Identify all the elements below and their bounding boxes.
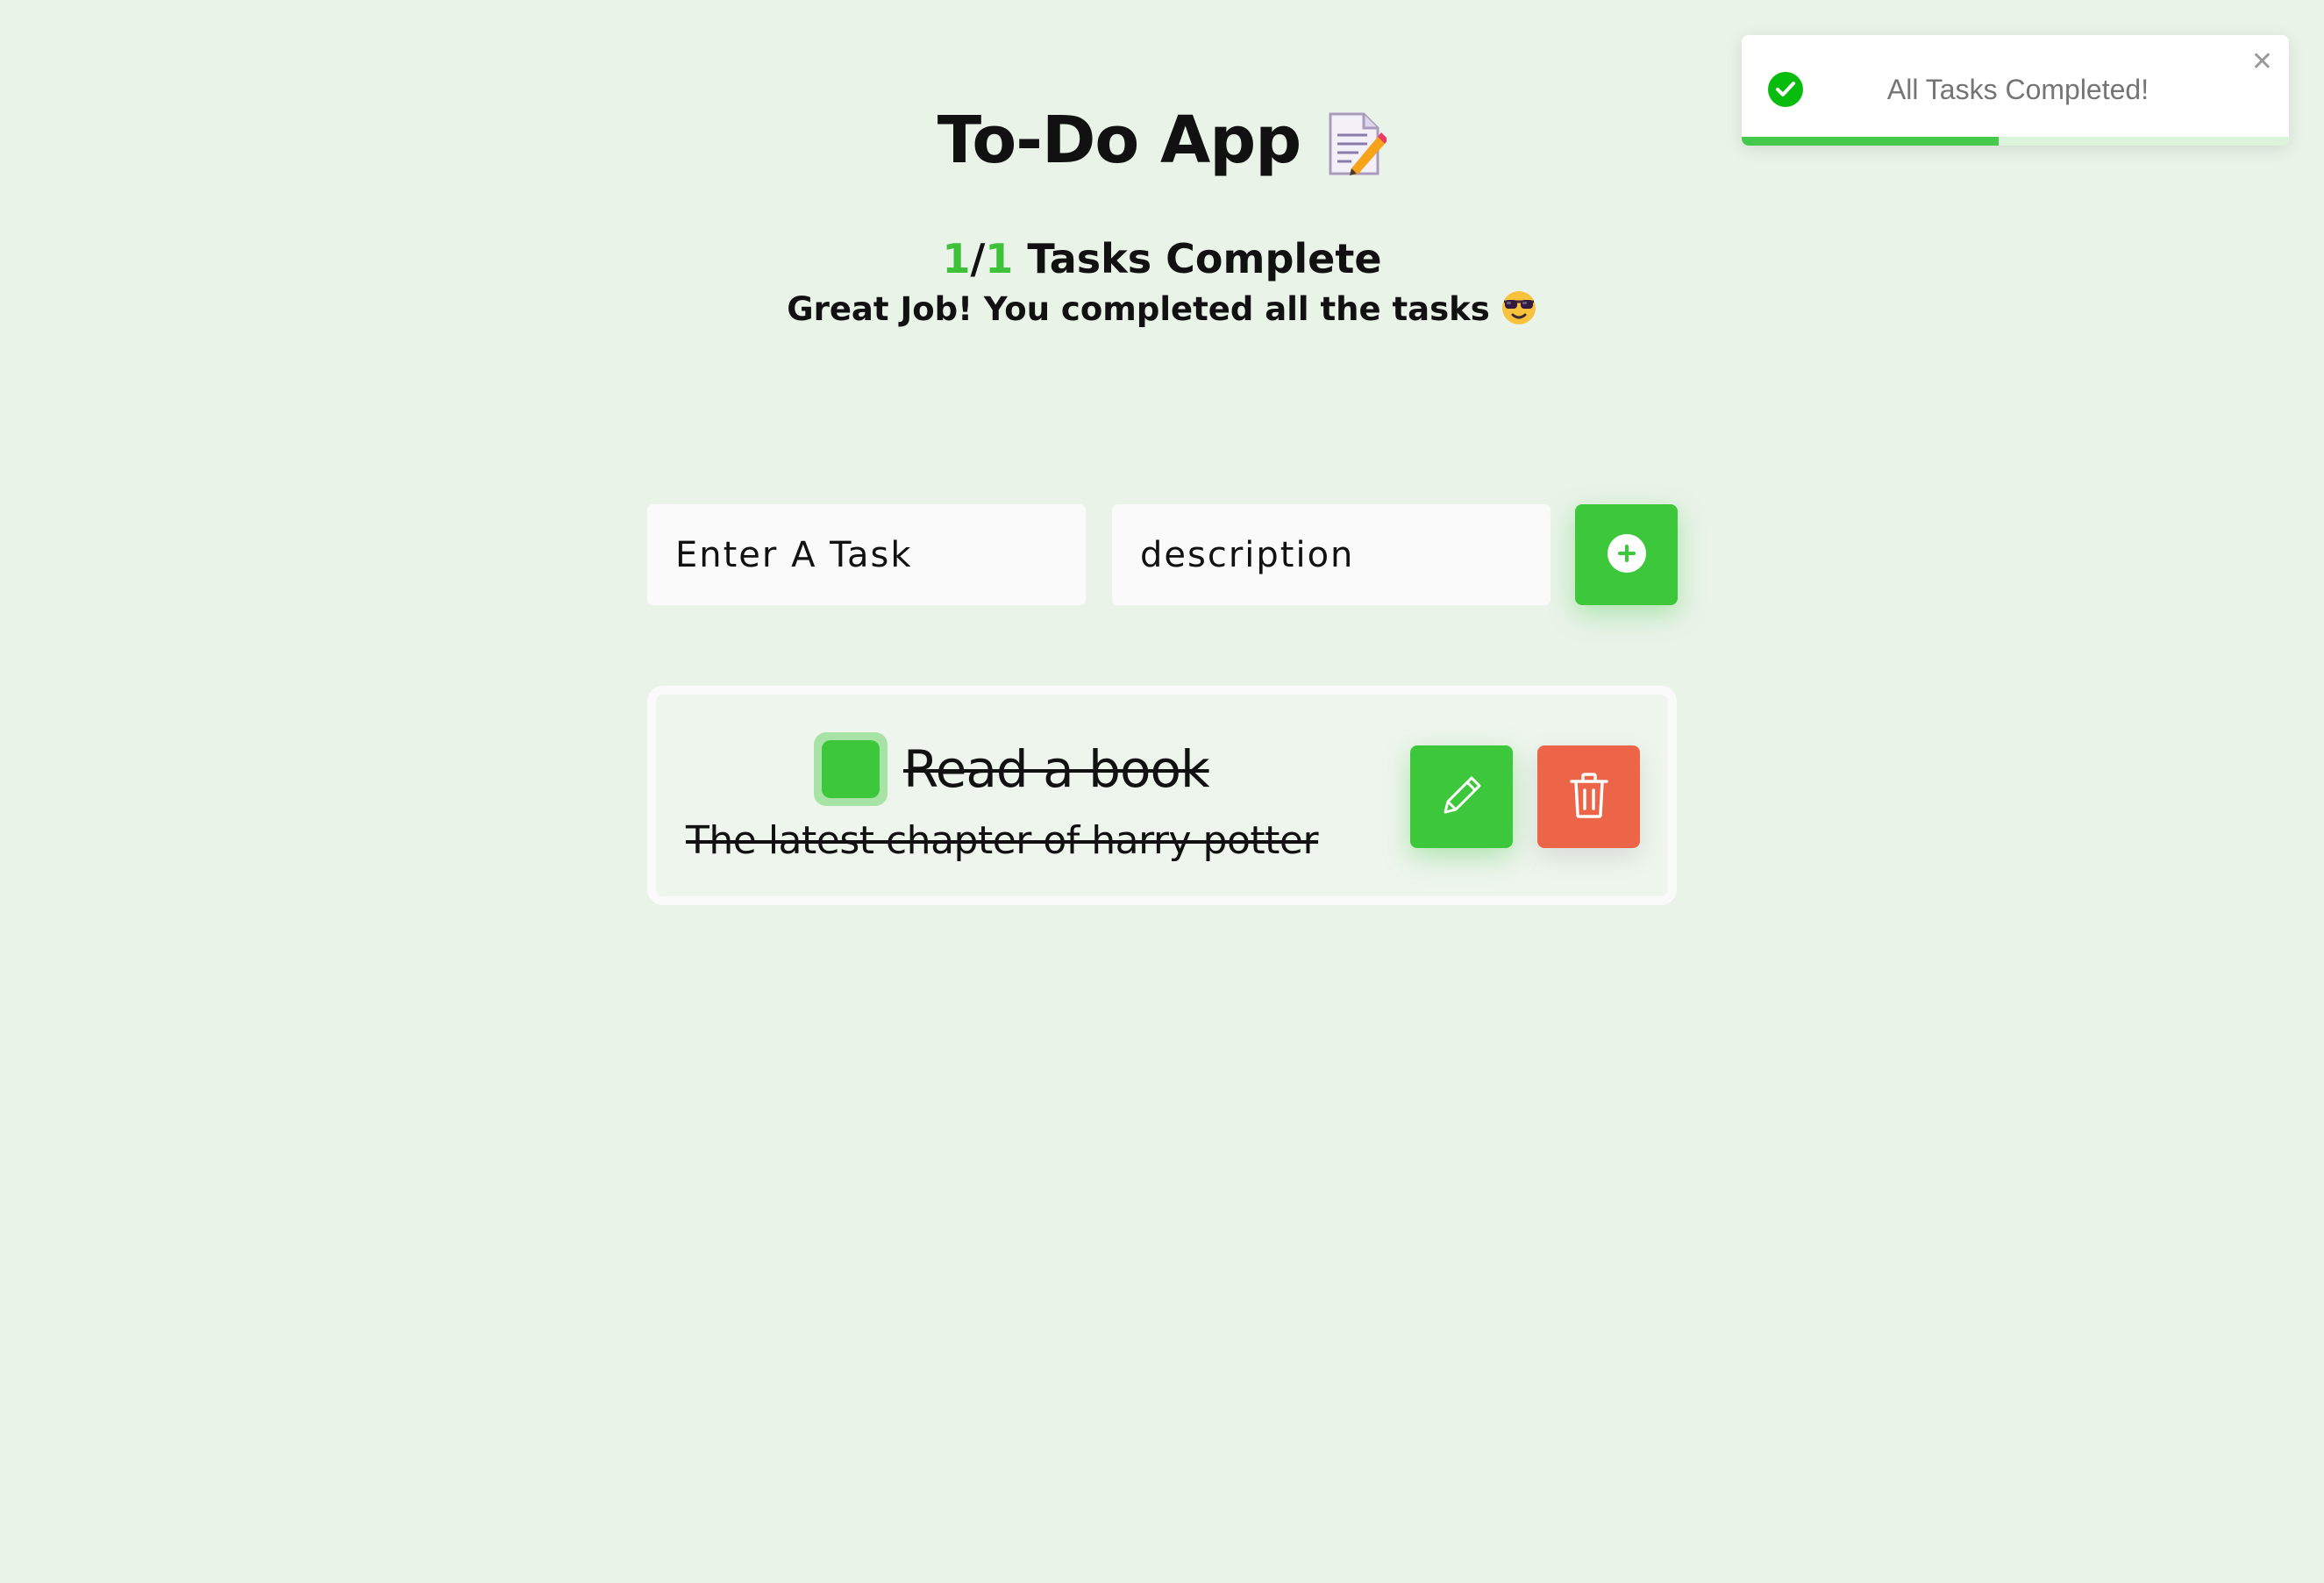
delete-task-button[interactable] (1537, 745, 1640, 848)
completed-count: 1 (942, 235, 971, 282)
edit-task-button[interactable] (1410, 745, 1513, 848)
trash-icon (1567, 771, 1611, 824)
toast-message: All Tasks Completed! (1886, 74, 2149, 105)
task-title: Read a book (903, 739, 1210, 799)
pencil-icon (1436, 770, 1487, 824)
completion-message-text: Great Job! You completed all the tasks (787, 290, 1490, 328)
close-icon[interactable]: ✕ (2251, 47, 2273, 77)
count-separator: / (970, 235, 986, 282)
toast-progress-bar (1742, 137, 2000, 146)
task-stats: 1/1 Tasks Complete Great Job! You comple… (0, 232, 2324, 334)
memo-icon (1325, 111, 1389, 177)
task-title-input[interactable] (647, 504, 1086, 605)
checkbox-checked-indicator (822, 740, 880, 798)
check-circle-icon (1768, 72, 1803, 107)
completion-count: 1/1 Tasks Complete (0, 232, 2324, 285)
add-task-button[interactable] (1575, 504, 1678, 605)
task-description: The latest chapter of harry potter (686, 818, 1319, 863)
sunglasses-face-icon (1501, 289, 1537, 325)
task-complete-checkbox[interactable] (814, 732, 888, 806)
task-item: Read a book The latest chapter of harry … (647, 686, 1677, 905)
plus-circle-icon (1607, 533, 1647, 577)
completion-message: Great Job! You completed all the tasks (0, 285, 2324, 334)
total-count: 1 (985, 235, 1014, 282)
toast-progress-track (1742, 137, 2289, 146)
success-toast: All Tasks Completed! ✕ (1742, 35, 2289, 146)
count-label: Tasks Complete (1027, 235, 1382, 282)
task-description-input[interactable] (1112, 504, 1551, 605)
page-title-text: To-Do App (937, 103, 1301, 178)
